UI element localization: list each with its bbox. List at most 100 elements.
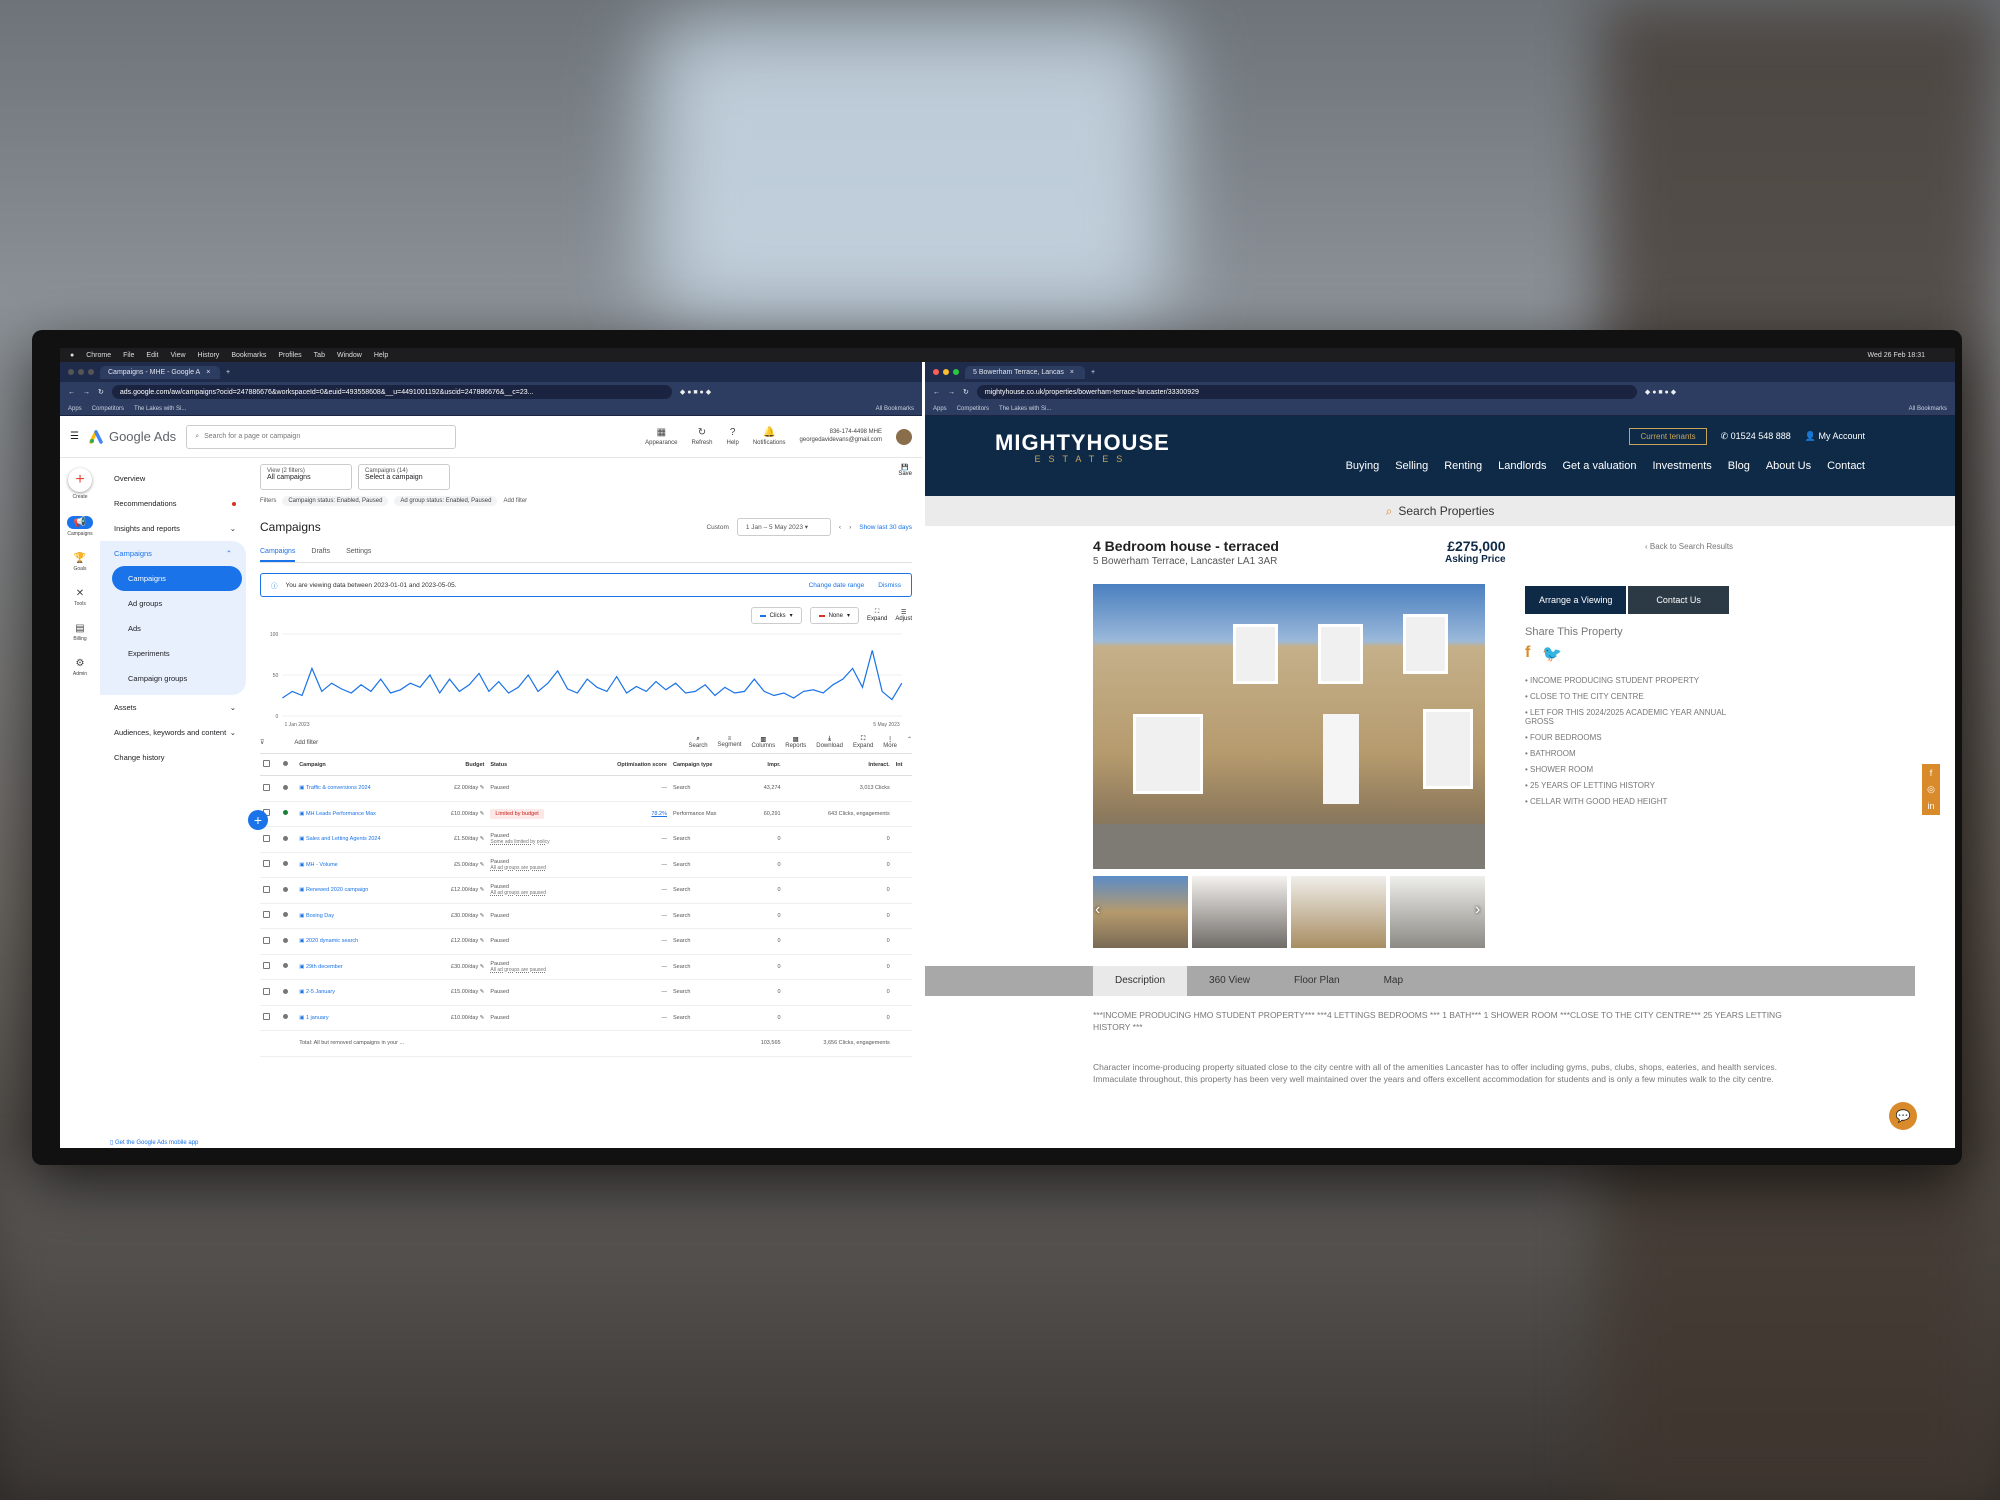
arrange-viewing-button[interactable]: Arrange a Viewing [1525, 586, 1627, 614]
row-status-dot[interactable] [279, 979, 297, 1006]
row-checkbox[interactable] [260, 1005, 280, 1031]
row-status-dot[interactable] [279, 852, 297, 878]
bookmark-competitors[interactable]: Competitors [92, 406, 124, 412]
search-properties-bar[interactable]: ⌕ Search Properties [925, 496, 1955, 526]
new-tab-icon[interactable]: + [226, 369, 230, 376]
col-budget[interactable]: Budget [428, 754, 488, 776]
rail-goals[interactable]: 🏆 Goals [73, 553, 86, 572]
phone-link[interactable]: ✆ 01524 548 888 [1721, 431, 1791, 442]
row-status-dot[interactable] [279, 1005, 297, 1031]
add-filter-link[interactable]: Add filter [503, 498, 527, 504]
browser-tab[interactable]: Campaigns - MHE - Google A × [100, 365, 220, 379]
reload-icon[interactable]: ↻ [963, 388, 969, 396]
nav-overview[interactable]: Overview [100, 466, 250, 491]
segment-button[interactable]: ≡ Segment [718, 736, 742, 749]
budget-cell[interactable]: £15.00/day ✎ [428, 979, 488, 1006]
menu-edit[interactable]: Edit [146, 352, 158, 359]
facebook-icon[interactable]: f [1525, 644, 1530, 664]
minimize-window-button[interactable] [943, 369, 949, 375]
row-status-dot[interactable] [279, 903, 297, 929]
linkedin-icon[interactable]: in [1927, 801, 1934, 811]
property-main-photo[interactable] [1093, 584, 1485, 869]
back-icon[interactable]: ← [933, 389, 940, 396]
tab-campaigns[interactable]: Campaigns [260, 548, 296, 562]
tab-settings[interactable]: Settings [346, 548, 371, 562]
menu-view[interactable]: View [170, 352, 185, 359]
col-status[interactable]: Status [487, 754, 586, 776]
budget-cell[interactable]: £30.00/day ✎ [428, 903, 488, 929]
more-button[interactable]: ⋮ More [883, 736, 897, 749]
ga-search-input[interactable]: ⌕ Search for a page or campaign [186, 424, 457, 449]
row-checkbox[interactable] [260, 979, 280, 1006]
prev-period-icon[interactable]: ‹ [839, 524, 841, 531]
nav-landlords[interactable]: Landlords [1498, 460, 1546, 472]
forward-icon[interactable]: → [948, 389, 955, 396]
url-input[interactable]: ads.google.com/aw/campaigns?ocid=2478866… [111, 385, 672, 399]
expand-chart-button[interactable]: ⛶ Expand [867, 609, 887, 622]
menu-file[interactable]: File [123, 352, 134, 359]
col-interactions[interactable]: Interact. [783, 754, 893, 776]
row-checkbox[interactable] [260, 852, 280, 878]
tab-drafts[interactable]: Drafts [311, 548, 330, 562]
download-button[interactable]: ⤓ Download [816, 736, 843, 749]
menu-icon[interactable]: ☰ [70, 431, 79, 442]
bookmark-lakes[interactable]: The Lakes with Si... [134, 406, 186, 412]
row-checkbox[interactable] [260, 877, 280, 904]
edit-icon[interactable]: ✎ [480, 938, 485, 944]
appearance-button[interactable]: ▦ Appearance [645, 427, 677, 446]
mobile-app-link[interactable]: ▯ Get the Google Ads mobile app [110, 1139, 198, 1146]
nav-insights[interactable]: Insights and reports ⌄ [100, 516, 250, 541]
close-icon[interactable]: × [206, 369, 210, 376]
bookmark-all[interactable]: All Bookmarks [1909, 406, 1947, 412]
campaign-select[interactable]: Campaigns (14) Select a campaign [358, 464, 450, 490]
select-all-checkbox[interactable] [260, 754, 280, 776]
row-status-dot[interactable] [279, 826, 297, 853]
nav-sub-campaign-groups[interactable]: Campaign groups [100, 666, 246, 691]
campaign-name-link[interactable]: ▣ 1 january [296, 1005, 428, 1031]
show-last-30-link[interactable]: Show last 30 days [859, 524, 912, 531]
rail-create[interactable]: + Create [68, 468, 92, 500]
budget-cell[interactable]: £10.00/day ✎ [428, 1005, 488, 1031]
thumbnail[interactable] [1291, 876, 1386, 948]
edit-icon[interactable]: ✎ [480, 913, 485, 919]
next-period-icon[interactable]: › [849, 524, 851, 531]
table-row[interactable]: ▣ Sales and Letting Agents 2024 £1.50/da… [260, 826, 912, 853]
nav-recommendations[interactable]: Recommendations [100, 491, 250, 516]
row-checkbox[interactable] [260, 954, 280, 980]
extensions-icon[interactable]: ◆ ● ■ ● ◆ [680, 388, 711, 396]
nav-sub-ad-groups[interactable]: Ad groups [100, 591, 246, 616]
table-search-button[interactable]: ⌕ Search [689, 736, 708, 749]
adjust-chart-button[interactable]: ☰ Adjust [895, 609, 912, 622]
add-campaign-button[interactable]: + [248, 810, 268, 830]
nav-assets[interactable]: Assets ⌄ [100, 695, 250, 720]
rail-campaigns[interactable]: 📢 Campaigns [66, 516, 94, 537]
table-row[interactable]: ▣ 29th december £30.00/day ✎ Paused All a… [260, 954, 912, 980]
thumbnail[interactable] [1093, 876, 1188, 948]
menu-history[interactable]: History [198, 352, 220, 359]
facebook-icon[interactable]: f [1930, 768, 1933, 778]
forward-icon[interactable]: → [83, 389, 90, 396]
nav-audiences[interactable]: Audiences, keywords and content ⌄ [100, 720, 250, 745]
budget-cell[interactable]: £2.00/day ✎ [428, 775, 488, 802]
row-checkbox[interactable] [260, 903, 280, 929]
thumbnail[interactable] [1390, 876, 1485, 948]
col-type[interactable]: Campaign type [669, 754, 745, 776]
metric2-select[interactable]: None ▾ [809, 607, 859, 624]
campaign-name-link[interactable]: ▣ 2-5 January [296, 979, 428, 1006]
nav-renting[interactable]: Renting [1444, 460, 1482, 472]
date-range-picker[interactable]: 1 Jan – 5 May 2023 ▾ [736, 518, 831, 536]
expand-table-button[interactable]: ⛶ Expand [853, 736, 873, 749]
nav-blog[interactable]: Blog [1728, 460, 1750, 472]
filter-chip[interactable]: Campaign status: Enabled, Paused [282, 496, 389, 506]
view-select[interactable]: View (2 filters) All campaigns [260, 464, 352, 490]
nav-change-history[interactable]: Change history [100, 745, 250, 770]
menu-tab[interactable]: Tab [314, 352, 325, 359]
apple-icon[interactable]: ● [70, 352, 74, 359]
filter-chip[interactable]: Ad group status: Enabled, Paused [394, 496, 498, 506]
google-ads-logo[interactable]: Google Ads [89, 429, 176, 444]
row-checkbox[interactable] [260, 928, 280, 955]
account-info[interactable]: 836-174-4498 MHE georgedavidevans@gmail.c… [800, 429, 882, 445]
table-row[interactable]: ▣ Boxing Day £30.00/day ✎ Paused — Searc… [260, 903, 912, 929]
nav-contact[interactable]: Contact [1827, 460, 1865, 472]
edit-icon[interactable]: ✎ [480, 887, 485, 893]
